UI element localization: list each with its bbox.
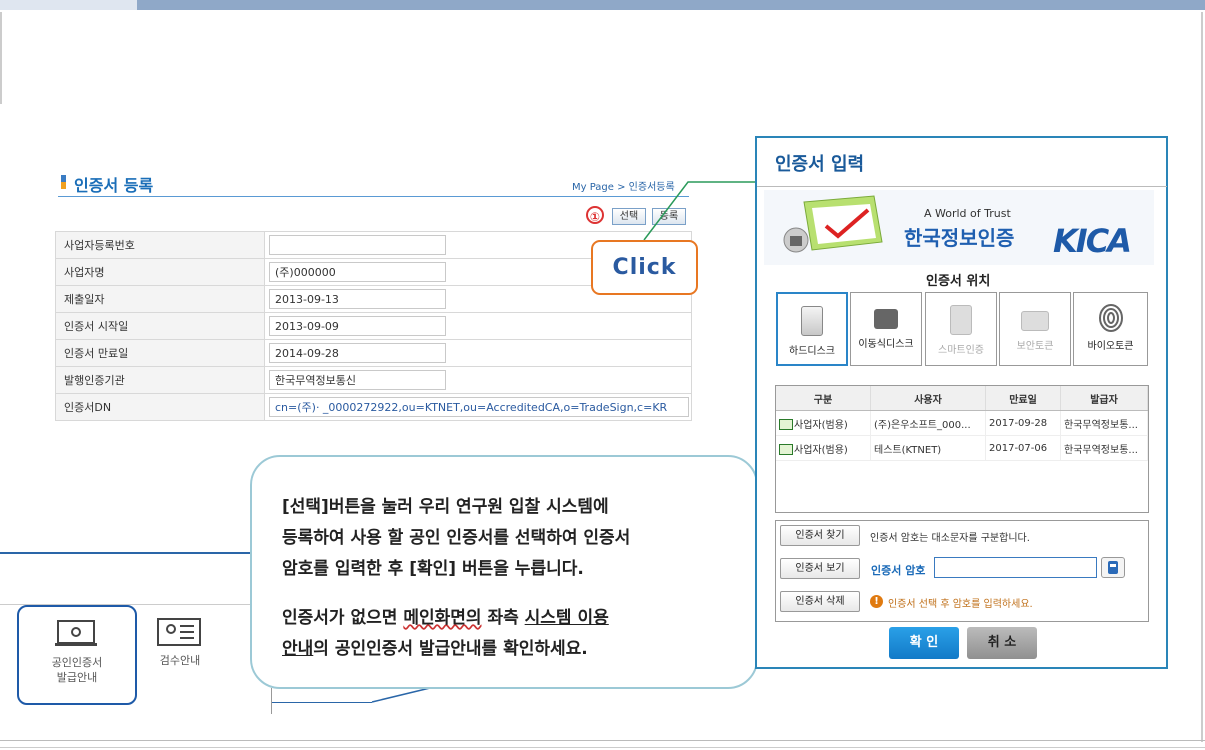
keyboard-lock-icon (1108, 561, 1118, 574)
guide-link: 안내 (282, 639, 314, 659)
tile-label-line1: 공인인증서 (51, 656, 103, 669)
dialog-title: 인증서 입력 (775, 154, 865, 175)
instruction-line: [선택]버튼을 눌러 우리 연구원 입찰 시스템에 (282, 497, 609, 517)
location-security-token[interactable]: 보안토큰 (999, 292, 1071, 366)
warning-icon: ! (870, 595, 883, 608)
tile-label: 검수안내 (159, 654, 201, 667)
location-hard-disk[interactable]: 하드디스크 (776, 292, 848, 366)
fingerprint-icon (1098, 304, 1123, 332)
location-label: 보안토큰 (1016, 341, 1054, 352)
monitor-gear-icon (55, 620, 97, 646)
view-cert-button[interactable]: 인증서 보기 (780, 558, 860, 579)
find-cert-button[interactable]: 인증서 찾기 (780, 525, 860, 546)
cert-user: 테스트(KTNET) (870, 435, 986, 461)
cert-expiry: 2017-09-28 (985, 410, 1061, 436)
location-label: 스마트인증 (938, 345, 984, 356)
instruction-line: 등록하여 사용 할 공인 인증서를 선택하여 인증서 (282, 528, 631, 548)
delete-cert-button[interactable]: 인증서 삭제 (780, 591, 860, 612)
banner-brand: 한국정보인증 (904, 226, 1015, 250)
pointer-line (272, 702, 372, 703)
vertical-divider (271, 688, 272, 714)
note-text: 의 공인인증서 발급안내를 확인하세요. (313, 639, 588, 659)
location-smart-cert[interactable]: 스마트인증 (925, 292, 997, 366)
cert-issuer: 한국무역정보통... (1060, 410, 1148, 436)
inspection-guide-tile[interactable]: 검수안내 (145, 607, 215, 687)
certificate-illustration-icon (783, 195, 883, 253)
system-guide-link: 시스템 이용 (524, 608, 609, 628)
password-input[interactable] (934, 557, 1097, 578)
ok-button[interactable]: 확 인 (889, 627, 959, 659)
instruction-line: 암호를 입력한 후 [확인] 버튼을 누릅니다. (282, 559, 584, 579)
cert-type: 사업자(범용) (794, 419, 848, 431)
cancel-button[interactable]: 취 소 (967, 627, 1037, 659)
certificate-list: 구분 사용자 만료일 발급자 사업자(범용) (주)은우소프트_000... 2… (775, 385, 1149, 513)
location-label: 하드디스크 (789, 346, 835, 357)
banner-tagline: A World of Trust (924, 207, 1011, 220)
certificate-icon (779, 419, 793, 430)
virtual-keyboard-button[interactable] (1101, 557, 1125, 578)
column-header[interactable]: 발급자 (1060, 386, 1148, 411)
note-text: 인증서가 없으면 (282, 608, 404, 628)
smartphone-icon (950, 305, 972, 335)
cert-type: 사업자(범용) (794, 444, 848, 456)
section-divider (0, 552, 252, 554)
location-bio-token[interactable]: 바이오토큰 (1073, 292, 1148, 366)
note-text: 좌측 (481, 608, 525, 628)
table-row[interactable]: 사업자(범용) 테스트(KTNET) 2017-07-06 한국무역정보통... (776, 435, 1148, 461)
table-row[interactable]: 사업자(범용) (주)은우소프트_000... 2017-09-28 한국무역정… (776, 410, 1148, 436)
certificate-icon (779, 444, 793, 455)
column-header[interactable]: 만료일 (985, 386, 1061, 411)
instruction-note: 인증서가 없으면 메인화면의 좌측 시스템 이용 안내의 공인인증서 발급안내를… (282, 603, 752, 665)
column-header[interactable]: 구분 (776, 386, 871, 411)
location-label: 이동식디스크 (858, 339, 914, 350)
cert-expiry: 2017-07-06 (985, 435, 1061, 461)
click-callout: Click (591, 240, 698, 295)
dialog-title-separator (757, 186, 1167, 187)
security-token-icon (1021, 311, 1049, 331)
cert-user: (주)은우소프트_000... (870, 410, 986, 436)
instruction-text: [선택]버튼을 눌러 우리 연구원 입찰 시스템에 등록하여 사용 할 공인 인… (282, 492, 752, 585)
kica-logo: KICA (1053, 222, 1132, 260)
id-card-icon (157, 618, 201, 646)
location-removable-disk[interactable]: 이동식디스크 (850, 292, 922, 366)
location-label: 바이오토큰 (1087, 341, 1134, 352)
cert-issue-guide-tile[interactable]: 공인인증서 발급안내 (17, 605, 137, 705)
password-label: 인증서 암호 (871, 564, 926, 577)
warning-text: 인증서 선택 후 암호를 입력하세요. (888, 599, 1033, 610)
cert-issuer: 한국무역정보통... (1060, 435, 1148, 461)
tile-label-line2: 발급안내 (56, 671, 98, 684)
usb-drive-icon (874, 309, 898, 329)
location-title: 인증서 위치 (926, 274, 991, 289)
case-sensitive-note: 인증서 암호는 대소문자를 구분합니다. (870, 533, 1030, 544)
main-screen-link: 메인화면의 (403, 608, 482, 628)
column-header[interactable]: 사용자 (870, 386, 986, 411)
hard-disk-icon (801, 306, 823, 336)
